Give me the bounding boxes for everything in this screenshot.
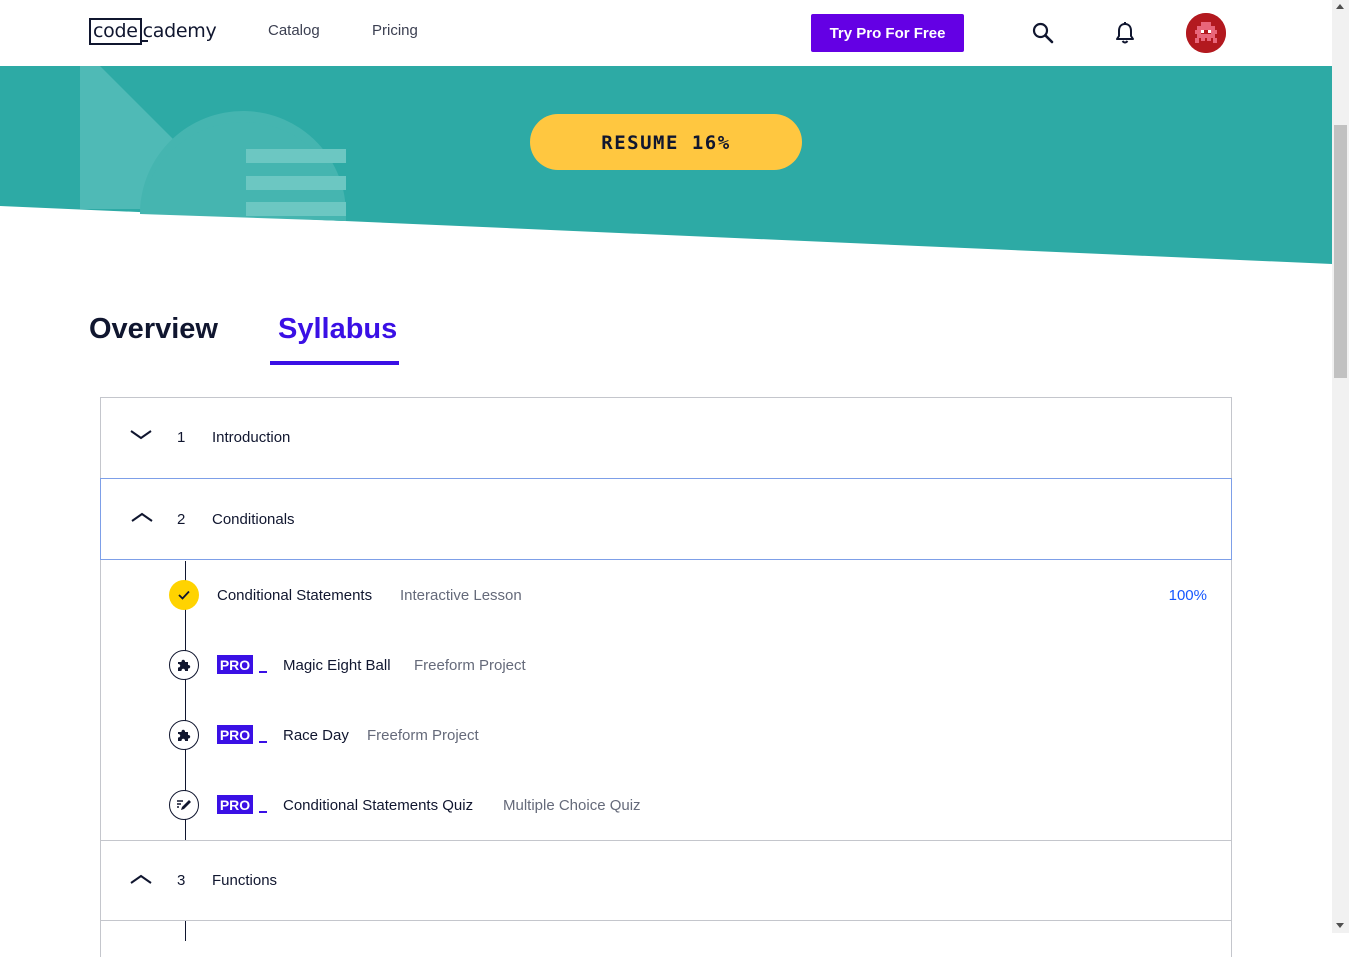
pro-badge: PRO <box>217 655 253 674</box>
quiz-pencil-icon <box>169 790 199 820</box>
scroll-down-arrow-icon[interactable] <box>1336 923 1344 928</box>
module-title: Introduction <box>212 429 291 446</box>
nav-pricing-link[interactable]: Pricing <box>372 22 418 39</box>
pro-badge-cursor <box>259 741 267 743</box>
timeline-line <box>185 921 186 941</box>
avatar[interactable] <box>1186 13 1226 53</box>
scroll-up-arrow-icon[interactable] <box>1336 4 1344 9</box>
item-type: Freeform Project <box>367 727 479 744</box>
item-type: Interactive Lesson <box>400 587 522 604</box>
pro-badge-cursor <box>259 671 267 673</box>
module-introduction[interactable]: 1 Introduction <box>101 398 1231 478</box>
bell-icon[interactable] <box>1114 21 1136 50</box>
chevron-down-icon <box>129 428 153 447</box>
chevron-up-icon <box>130 510 154 529</box>
syllabus-list: 1 Introduction 2 Conditionals Conditiona… <box>100 397 1232 957</box>
module-number: 2 <box>177 511 186 528</box>
tab-overview[interactable]: Overview <box>89 313 218 346</box>
module-functions[interactable]: 3 Functions <box>101 840 1231 920</box>
logo-cademy-text: cademy <box>140 20 217 42</box>
item-progress: 100% <box>1168 587 1207 604</box>
try-pro-button[interactable]: Try Pro For Free <box>811 14 964 52</box>
page-scrollbar[interactable] <box>1332 0 1349 933</box>
item-title: Conditional Statements Quiz <box>283 797 474 814</box>
item-title: Conditional Statements <box>217 587 373 604</box>
item-title: Magic Eight Ball <box>283 657 391 674</box>
tab-syllabus[interactable]: Syllabus <box>278 313 397 346</box>
puzzle-icon <box>169 720 199 750</box>
item-type: Multiple Choice Quiz <box>503 797 641 814</box>
scrollbar-thumb[interactable] <box>1334 125 1347 378</box>
pro-badge: PRO <box>217 795 253 814</box>
divider <box>101 920 1231 921</box>
module-number: 3 <box>177 872 186 889</box>
check-icon <box>169 580 199 610</box>
syllabus-item-conditional-statements-quiz[interactable]: PRO Conditional Statements Quiz Multiple… <box>101 786 1231 826</box>
course-hero-banner: RESUME 16% <box>0 66 1332 266</box>
pro-badge: PRO <box>217 725 253 744</box>
pro-badge-cursor <box>259 811 267 813</box>
active-tab-indicator <box>270 361 399 365</box>
resume-course-button[interactable]: RESUME 16% <box>530 114 802 170</box>
module-conditionals[interactable]: 2 Conditionals <box>100 478 1232 560</box>
search-icon[interactable] <box>1031 21 1055 50</box>
chevron-up-icon <box>129 872 153 891</box>
module-number: 1 <box>177 429 186 446</box>
nav-catalog-link[interactable]: Catalog <box>268 22 320 39</box>
puzzle-icon <box>169 650 199 680</box>
item-type: Freeform Project <box>414 657 526 674</box>
logo-code-text: code <box>89 17 142 45</box>
module-title: Conditionals <box>212 511 295 528</box>
item-title: Race Day <box>283 727 349 744</box>
syllabus-item-magic-eight-ball[interactable]: PRO Magic Eight Ball Freeform Project <box>101 646 1231 686</box>
syllabus-item-race-day[interactable]: PRO Race Day Freeform Project <box>101 716 1231 756</box>
syllabus-item-conditional-statements[interactable]: Conditional Statements Interactive Lesso… <box>101 576 1231 616</box>
module-title: Functions <box>212 872 278 889</box>
codecademy-logo[interactable]: code cademy <box>89 17 217 45</box>
top-navigation-bar: code cademy Catalog Pricing Try Pro For … <box>0 0 1332 66</box>
